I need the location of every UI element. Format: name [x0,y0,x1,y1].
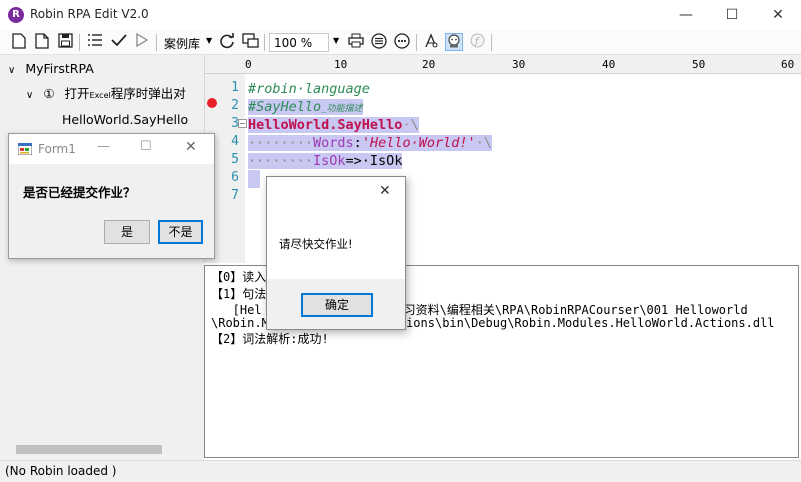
form1-title-bar: Form1 — ☐ ✕ [9,134,214,164]
toolbar: 案例库 ▼ 100 % ▼ f [0,30,801,55]
ruler-tick: 30 [512,58,526,71]
list-icon[interactable] [86,33,104,51]
new-file-icon[interactable] [10,33,28,51]
status-text: (No Robin loaded ) [5,464,117,478]
line-number: 6 [231,170,239,185]
code-line-3: HelloWorld.SayHello·\ [248,117,419,133]
no-button[interactable]: 不是 [158,220,203,244]
line-number: 3 [231,116,239,131]
form1-close-button[interactable]: ✕ [185,139,197,155]
breakpoint-icon[interactable] [207,98,217,108]
message-box-text: 请尽快交作业! [279,237,353,251]
fold-collapse-icon[interactable]: − [238,119,247,128]
code-line-1: #robin·language [248,81,370,97]
print-icon[interactable] [347,33,365,51]
step-text-suffix: 程序时弹出对 [110,86,186,101]
code-line-6 [248,170,260,188]
ruler-tick: 0 [245,58,252,71]
code-line-5: ········IsOk=>·IsOk [248,153,403,169]
window-title: Robin RPA Edit V2.0 [30,7,149,21]
output-line: 【0】读入 [211,270,267,284]
line-number: 2 [231,98,239,113]
function-icon: f [468,33,486,51]
form1-dialog: Form1 — ☐ ✕ 是否已经提交作业？ 是 不是 [8,133,215,259]
status-bar: (No Robin loaded ) [0,460,801,482]
form1-maximize-button[interactable]: ☐ [140,139,152,154]
chevron-down-icon[interactable]: ∨ [8,65,15,76]
form1-title: Form1 [38,142,76,156]
yes-button[interactable]: 是 [104,220,150,244]
line-number: 1 [231,80,239,95]
line-number: 5 [231,152,239,167]
message-box: ✕ 请尽快交作业! 确定 [266,176,406,330]
app-logo-icon: R [8,7,24,23]
ruler-tick: 10 [334,58,348,71]
toolbar-separator [491,34,492,51]
line-number: 4 [231,134,239,149]
list-circle-icon[interactable] [370,33,388,51]
example-library-dropdown[interactable]: 案例库 [164,35,200,52]
ruler-tick: 60 [781,58,795,71]
code-line-2: #SayHello_功能描述 [248,99,363,115]
robot-icon[interactable] [445,33,463,51]
tree-child-item[interactable]: HelloWorld.SayHello [62,112,188,127]
message-box-close-button[interactable]: ✕ [379,183,391,199]
check-icon[interactable] [110,33,128,51]
ruler-tick: 20 [422,58,436,71]
output-line: 【2】词法解析:成功! [211,332,329,346]
line-number: 7 [231,188,239,203]
toolbar-separator [264,34,265,51]
chevron-down-icon[interactable]: ▼ [333,36,339,45]
ok-button[interactable]: 确定 [301,293,373,317]
zoom-combobox[interactable]: 100 % [269,33,329,52]
title-bar: R Robin RPA Edit V2.0 — ☐ ✕ [0,0,801,30]
tree-root-label: MyFirstRPA [25,61,94,76]
form-window-icon [17,142,33,156]
tree-root-item[interactable]: ∨ MyFirstRPA [8,61,94,76]
close-button[interactable]: ✕ [755,0,801,30]
form1-message: 是否已经提交作业？ [23,185,136,200]
run-icon[interactable] [133,32,151,51]
scrollbar-thumb[interactable] [16,445,162,454]
ruler-tick: 40 [602,58,616,71]
script-icon[interactable] [422,33,440,51]
chevron-down-icon[interactable]: ▼ [206,36,212,45]
ruler-tick: 50 [692,58,706,71]
form1-minimize-button[interactable]: — [97,139,110,154]
tree-horizontal-scrollbar[interactable] [0,441,204,458]
step-text-prefix: 打开 [64,86,90,101]
tree-step-item[interactable]: ∨ ① 打开Excel程序时弹出对 [26,83,186,102]
step-text-excel: Excel [89,91,111,100]
save-icon[interactable] [56,33,74,51]
step-number-badge: ① [43,86,55,101]
code-line-4: ········Words:'Hello·World!'·\ [248,135,492,151]
output-line: 【1】句法 [211,287,267,301]
column-ruler: 0 10 20 30 40 50 60 [205,55,801,74]
refresh-icon[interactable] [218,33,236,51]
chevron-down-icon[interactable]: ∨ [26,90,33,101]
toolbar-separator [79,34,80,51]
more-icon[interactable] [393,33,411,51]
toolbar-separator [156,34,157,51]
open-file-icon[interactable] [33,33,51,51]
maximize-button[interactable]: ☐ [709,0,755,30]
screen-capture-icon[interactable] [241,33,259,51]
toolbar-separator [416,34,417,51]
message-box-footer: 确定 [267,279,405,329]
minimize-button[interactable]: — [663,0,709,30]
